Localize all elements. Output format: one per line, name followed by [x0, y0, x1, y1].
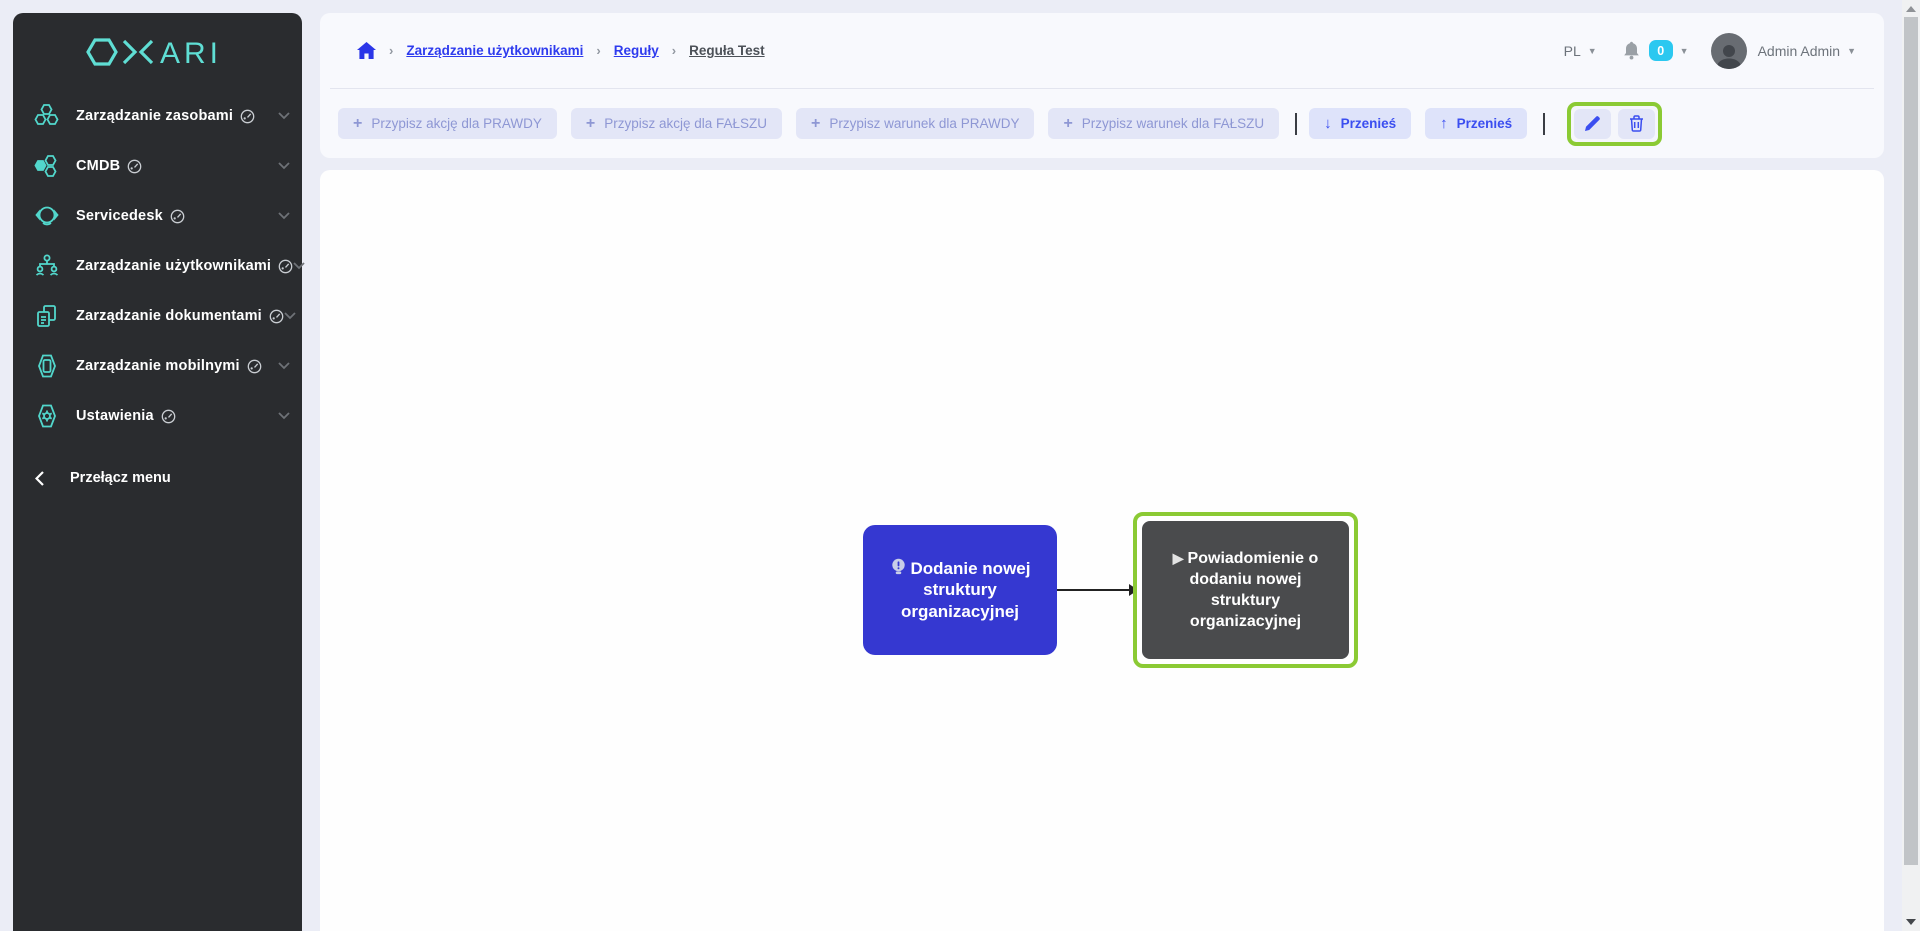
move-up-button[interactable]: ↑ Przenieś — [1425, 108, 1527, 139]
svg-text:ARI: ARI — [160, 37, 222, 69]
sidebar-item-label: Servicedesk — [76, 208, 163, 224]
sidebar-item-label: Zarządzanie użytkownikami — [76, 258, 271, 274]
toggle-menu-button[interactable]: Przełącz menu — [13, 455, 302, 501]
gauge-badge-icon — [170, 209, 185, 224]
breadcrumb-current-rule-test[interactable]: Reguła Test — [689, 43, 765, 58]
topbar-actions: PL ▼ 0 ▼ — [1564, 33, 1856, 69]
chevron-down-icon — [278, 112, 290, 120]
plus-icon: + — [586, 115, 595, 133]
chevron-down-icon — [278, 362, 290, 370]
assign-action-true-button[interactable]: + Przypisz akcję dla PRAWDY — [338, 108, 557, 139]
bell-icon — [1623, 41, 1640, 60]
trash-icon — [1629, 115, 1644, 132]
breadcrumb-separator: › — [596, 43, 600, 58]
assign-condition-false-button[interactable]: + Przypisz warunek dla FAŁSZU — [1048, 108, 1279, 139]
sidebar-item-label: Zarządzanie dokumentami — [76, 308, 262, 324]
sidebar-menu: Zarządzanie zasobami CMDB — [13, 91, 302, 441]
user-menu[interactable]: Admin Admin ▼ — [1689, 33, 1856, 69]
servicedesk-icon — [33, 202, 61, 230]
arrow-up-icon: ↑ — [1440, 115, 1448, 132]
sidebar-item-label: Zarządzanie mobilnymi — [76, 358, 240, 374]
chevron-down-icon — [278, 162, 290, 170]
gauge-badge-icon — [240, 109, 255, 124]
breadcrumb-separator: › — [389, 43, 393, 58]
flow-edge — [1057, 589, 1129, 591]
sidebar-item-zarzadzanie-uzytkownikami[interactable]: Zarządzanie użytkownikami — [13, 241, 302, 291]
arrow-down-icon: ↓ — [1324, 115, 1332, 132]
breadcrumb: › Zarządzanie użytkownikami › Reguły › R… — [320, 13, 1884, 88]
mobile-icon — [33, 352, 61, 380]
chevron-down-icon — [284, 312, 296, 320]
caret-down-icon: ▼ — [1847, 46, 1856, 56]
home-icon[interactable] — [357, 42, 376, 59]
assign-condition-true-button[interactable]: + Przypisz warunek dla PRAWDY — [796, 108, 1034, 139]
sidebar-item-zarzadzanie-zasobami[interactable]: Zarządzanie zasobami — [13, 91, 302, 141]
oxari-logo-icon: ARI — [84, 35, 232, 69]
action-node-selection-outline[interactable]: ▶Powiadomienie o dodaniu nowej struktury… — [1133, 512, 1358, 668]
settings-icon — [33, 402, 61, 430]
rule-toolbar: + Przypisz akcję dla PRAWDY + Przypisz a… — [320, 89, 1884, 158]
notifications-menu[interactable]: 0 ▼ — [1623, 40, 1689, 61]
notification-count-badge: 0 — [1649, 40, 1673, 61]
chevron-left-icon — [35, 471, 44, 486]
documents-icon — [33, 302, 61, 330]
toggle-menu-label: Przełącz menu — [70, 470, 171, 486]
caret-down-icon: ▼ — [1588, 46, 1597, 56]
bulb-icon — [890, 558, 907, 577]
sidebar-item-label: Ustawienia — [76, 408, 154, 424]
sidebar-item-zarzadzanie-mobilnymi[interactable]: Zarządzanie mobilnymi — [13, 341, 302, 391]
scrollbar-thumb[interactable] — [1904, 17, 1918, 865]
toolbar-divider — [1295, 113, 1297, 135]
sidebar: ARI Zarządzanie zasobami — [13, 13, 302, 931]
rule-flow-canvas[interactable]: Dodanie nowej struktury organizacyjnej ▶… — [320, 170, 1884, 931]
user-name: Admin Admin — [1758, 43, 1840, 59]
sidebar-item-zarzadzanie-dokumentami[interactable]: Zarządzanie dokumentami — [13, 291, 302, 341]
edit-node-button[interactable] — [1574, 109, 1611, 139]
action-node-label: Powiadomienie o dodaniu nowej struktury … — [1188, 550, 1319, 630]
vertical-scrollbar — [1902, 0, 1920, 931]
trigger-node[interactable]: Dodanie nowej struktury organizacyjnej — [863, 525, 1057, 655]
action-node[interactable]: ▶Powiadomienie o dodaniu nowej struktury… — [1142, 521, 1349, 659]
sidebar-item-servicedesk[interactable]: Servicedesk — [13, 191, 302, 241]
breadcrumb-link-rules[interactable]: Reguły — [614, 43, 659, 58]
trigger-node-label: Dodanie nowej struktury organizacyjnej — [901, 559, 1031, 621]
scrollbar-down-arrow[interactable] — [1906, 919, 1916, 925]
breadcrumb-link-users[interactable]: Zarządzanie użytkownikami — [406, 43, 583, 58]
gauge-badge-icon — [278, 259, 293, 274]
language-selector[interactable]: PL ▼ — [1564, 43, 1597, 59]
sidebar-item-cmdb[interactable]: CMDB — [13, 141, 302, 191]
plus-icon: + — [811, 115, 820, 133]
header-card: › Zarządzanie użytkownikami › Reguły › R… — [320, 13, 1884, 158]
avatar — [1711, 33, 1747, 69]
breadcrumb-separator: › — [672, 43, 676, 58]
assets-icon — [33, 102, 61, 130]
oxari-logo: ARI — [13, 13, 302, 69]
play-icon: ▶ — [1173, 550, 1184, 566]
chevron-down-icon — [278, 212, 290, 220]
assign-action-false-button[interactable]: + Przypisz akcję dla FAŁSZU — [571, 108, 782, 139]
users-icon — [33, 252, 61, 280]
gauge-badge-icon — [161, 409, 176, 424]
chevron-down-icon — [293, 262, 305, 270]
gauge-badge-icon — [269, 309, 284, 324]
language-label: PL — [1564, 43, 1581, 59]
chevron-down-icon — [278, 412, 290, 420]
sidebar-item-label: Zarządzanie zasobami — [76, 108, 233, 124]
delete-node-button[interactable] — [1618, 109, 1655, 139]
move-down-button[interactable]: ↓ Przenieś — [1309, 108, 1411, 139]
pencil-icon — [1584, 115, 1601, 132]
scrollbar-up-arrow[interactable] — [1906, 6, 1916, 12]
plus-icon: + — [353, 115, 362, 133]
toolbar-divider — [1543, 113, 1545, 135]
cmdb-icon — [33, 152, 61, 180]
caret-down-icon: ▼ — [1680, 46, 1689, 56]
gauge-badge-icon — [127, 159, 142, 174]
plus-icon: + — [1063, 115, 1072, 133]
gauge-badge-icon — [247, 359, 262, 374]
sidebar-item-label: CMDB — [76, 158, 120, 174]
selected-node-actions — [1567, 102, 1662, 146]
sidebar-item-ustawienia[interactable]: Ustawienia — [13, 391, 302, 441]
